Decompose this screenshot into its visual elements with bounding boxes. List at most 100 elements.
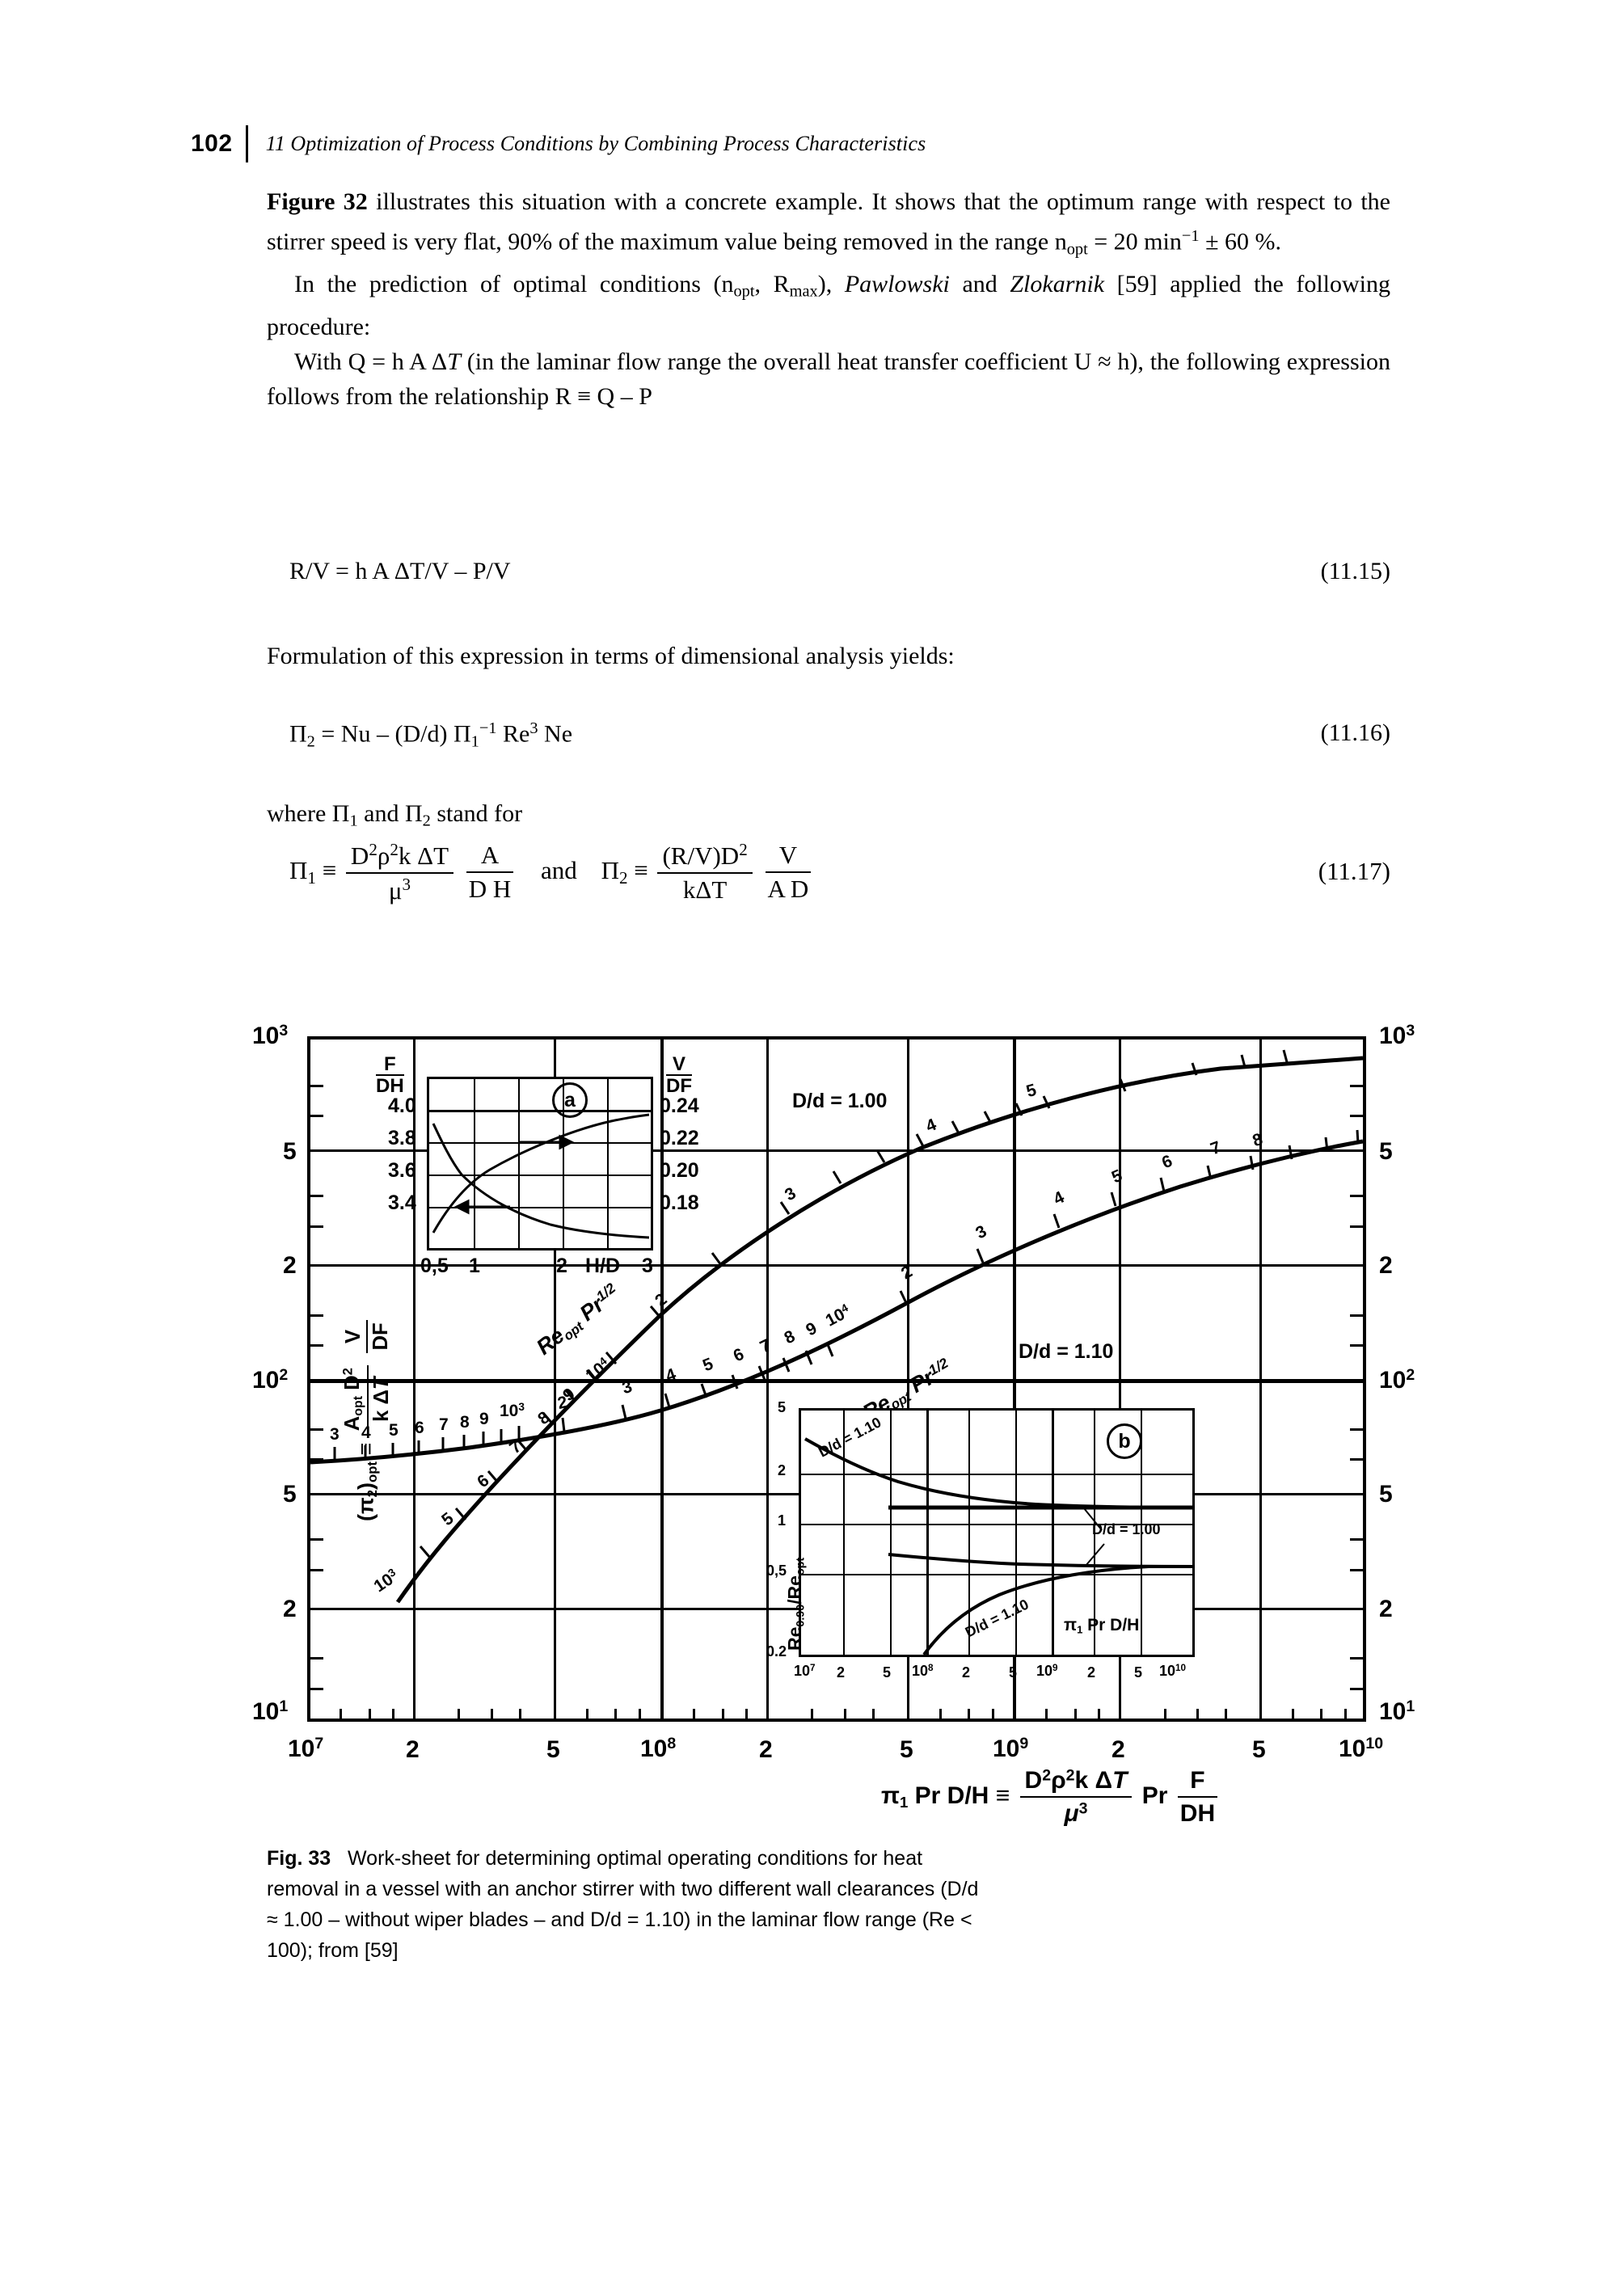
inset-b: b D/d = 1.10 D/d = 1.00 D/d = 1.10 π1 Pr… [799, 1408, 1195, 1657]
p5-sub1: 1 [349, 812, 358, 830]
eq1117-pi2-sub: 2 [618, 867, 628, 888]
inset-a-ylabel-right: V DF [666, 1054, 692, 1096]
xf-lead-rest: Pr D/H [908, 1782, 989, 1810]
eq1115-body: R/V = h A ΔT/V – P/V [289, 558, 511, 585]
xf-num-i: T [1112, 1767, 1128, 1794]
main-chart: 5 6 7 8 9 104 2 3 4 5 3 4 5 6 7 8 9 103 … [252, 1023, 1415, 1761]
inset-a-curve-v-df [432, 1113, 650, 1234]
xf-num-b: ρ [1051, 1767, 1066, 1794]
inset-a-xtick-1: 1 [469, 1255, 480, 1277]
y-right-tick-500: 5 [1379, 1138, 1393, 1165]
curve110-tick-1e3: 103 [500, 1401, 525, 1420]
x-tick-5e9: 5 [1252, 1736, 1266, 1763]
y-right-tick-1e2: 102 [1379, 1366, 1415, 1394]
inset-a-ytick-r-0-18: 0.18 [660, 1191, 699, 1214]
series-label-dd-1-00: D/d = 1.00 [792, 1090, 888, 1112]
inset-b-xtick-2e7: 2 [837, 1664, 846, 1681]
p2-text3: ), [817, 271, 845, 298]
p2-text: In the prediction of optimal conditions … [294, 271, 734, 298]
eq1117-body: Π1 ≡ D2ρ2k ΔT μ3 A D H and Π2 ≡ (R/V)D2 … [289, 839, 814, 907]
document-page: 102 11 Optimization of Process Condition… [0, 0, 1624, 2290]
y-title-num-2: V [340, 1320, 368, 1353]
page-number: 102 [191, 130, 233, 157]
inset-a-ytick-l-3-4: 3.4 [388, 1191, 416, 1214]
figure-caption: Fig. 33 Work-sheet for determining optim… [267, 1843, 994, 1966]
y-right-tick-50: 5 [1379, 1481, 1393, 1508]
f3-a: (R/V)D [662, 841, 740, 871]
curve110-tick-7: 7 [439, 1415, 449, 1434]
xf-num: D2ρ2k ΔT [1019, 1765, 1133, 1798]
eq1117-number: (11.17) [1318, 857, 1390, 885]
eq1117-and: and [541, 856, 577, 885]
inset-a-arrow-right [518, 1134, 575, 1150]
eq1116-number: (11.16) [1320, 719, 1390, 746]
x-tick-1e8: 108 [640, 1735, 677, 1762]
inset-b-xlabel: π1 Pr D/H [1064, 1616, 1140, 1636]
p1-text3: ± 60 %. [1199, 228, 1282, 255]
caption-text: Work-sheet for determining optimal opera… [267, 1847, 979, 1962]
eq1117-f1-den: μ3 [346, 874, 453, 907]
p5-a: where Π [267, 800, 350, 827]
author-zlokarnik: Zlokarnik [1010, 271, 1105, 298]
f1-den: μ [388, 875, 403, 905]
eq1116-rhs-sup: −1 [479, 719, 497, 737]
inset-a-arrow-left [453, 1199, 510, 1215]
y-left-tick-500: 5 [283, 1138, 297, 1165]
curve110-tick-8: 8 [460, 1413, 470, 1432]
xf-mid: Pr [1141, 1782, 1168, 1810]
inset-a-curves [432, 1113, 650, 1239]
y-left-tick-20: 2 [283, 1596, 297, 1622]
eq1115-lhs: R/V [289, 558, 330, 584]
eq1116-rhs-sup2: 3 [529, 719, 538, 737]
author-pawlowski: Pawlowski [844, 271, 950, 298]
p5-c: stand for [430, 800, 523, 827]
inset-a-badge: a [552, 1082, 588, 1118]
xf-f-num: F [1177, 1765, 1218, 1798]
inset-a-xtick-0-5: 0,5 [420, 1255, 449, 1277]
p3-italic-T: T [447, 348, 461, 375]
xf-den-sup: 3 [1078, 1799, 1088, 1817]
inset-b-badge: b [1107, 1423, 1142, 1459]
inset-a-ylabel-left-num: F [376, 1054, 404, 1077]
eq1116-rhs-a: = Nu – (D/d) Π [314, 720, 471, 748]
running-head: 102 11 Optimization of Process Condition… [191, 125, 926, 162]
paragraph-1: Figure 32 illustrates this situation wit… [267, 184, 1390, 267]
x-tick-1e9: 109 [993, 1735, 1029, 1762]
f1-sup2: 2 [390, 840, 399, 859]
x-tick-1e10: 1010 [1339, 1735, 1384, 1762]
inset-a-xlabel: H/D [585, 1255, 621, 1277]
inset-a-ytick-r-0-22: 0.22 [660, 1127, 699, 1149]
xf-den-mu: μ [1064, 1799, 1079, 1827]
eq1117-equiv-1: ≡ [322, 856, 337, 885]
p2-sub2: max [789, 283, 818, 301]
inset-a-ytick-r-0-20: 0.20 [660, 1159, 699, 1182]
eq1117-pi1-sub: 1 [307, 867, 316, 888]
chapter-title: 11 Optimization of Process Conditions by… [265, 132, 926, 155]
inset-b-ytick-1: 1 [778, 1512, 787, 1529]
x-tick-5e7: 5 [546, 1736, 560, 1763]
curve110-tick-6: 6 [415, 1419, 424, 1437]
f1-b: ρ [377, 841, 390, 870]
body-text: Figure 32 illustrates this situation wit… [267, 184, 1390, 414]
eq1116-pi-sub: 2 [306, 732, 315, 751]
inset-b-leader-2 [1085, 1543, 1105, 1567]
y-title-frac-1: Aopt D2 k ΔT [340, 1365, 395, 1434]
paragraph-5: where Π1 and Π2 stand for [267, 796, 1390, 839]
y-left-tick-1e1: 101 [252, 1697, 289, 1725]
eq1117-frac-3: (R/V)D2 kΔT [657, 839, 753, 906]
y-left-tick-50: 5 [283, 1481, 297, 1508]
eq1117-f2-num: A [466, 840, 514, 874]
y-right-tick-1e1: 101 [1379, 1697, 1415, 1725]
f1-c: k ΔT [398, 841, 449, 870]
f1-a: D [350, 841, 369, 870]
inset-b-xtick-2e9: 2 [1087, 1664, 1096, 1681]
p1-text2: = 20 min [1087, 228, 1182, 255]
y-left-tick-200: 2 [283, 1252, 297, 1279]
p5-sub2: 2 [422, 812, 431, 830]
eq1117-f4-num: V [765, 840, 812, 874]
eq1117-f3-den: kΔT [682, 875, 728, 905]
inset-b-label-100: D/d = 1.00 [1092, 1521, 1161, 1537]
eq1117-pi2: Π [601, 856, 619, 885]
figure-ref: Figure 32 [267, 188, 368, 215]
inset-b-xtick-5e8: 5 [1009, 1664, 1018, 1681]
